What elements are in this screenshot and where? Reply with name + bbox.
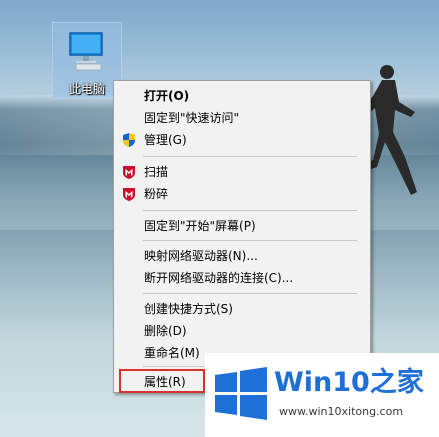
desktop-icon-label: 此电脑 <box>68 82 105 96</box>
menu-item-disconnect-network-drive[interactable]: 断开网络驱动器的连接(C)... <box>114 267 370 289</box>
menu-item-delete[interactable]: 删除(D) <box>114 320 370 342</box>
computer-icon <box>69 32 103 71</box>
desktop-background: 此电脑 打开(O) 固定到"快速访问" 管理(G) 扫描 粉碎 固定到"开始"屏… <box>0 0 439 437</box>
mcafee-shield-icon <box>123 188 135 201</box>
watermark-brand-suffix: 之家 <box>369 367 424 398</box>
menu-item-pin-start[interactable]: 固定到"开始"屏幕(P) <box>114 215 370 237</box>
menu-item-label: 固定到"开始"屏幕(P) <box>144 219 256 233</box>
watermark-brand: Win10之家 <box>274 368 424 398</box>
watermark: Win10之家 www.win10xitong.com <box>205 353 439 437</box>
windows-logo-icon <box>215 367 267 420</box>
menu-item-label: 映射网络驱动器(N)... <box>144 249 258 263</box>
menu-item-label: 固定到"快速访问" <box>144 111 240 125</box>
properties-highlight-box <box>119 369 205 393</box>
menu-separator <box>143 240 357 241</box>
admin-shield-icon <box>123 133 135 147</box>
menu-item-label: 粉碎 <box>144 187 169 201</box>
menu-item-manage[interactable]: 管理(G) <box>114 129 370 151</box>
menu-item-label: 断开网络驱动器的连接(C)... <box>144 271 294 285</box>
menu-item-scan[interactable]: 扫描 <box>114 161 370 183</box>
menu-item-map-network-drive[interactable]: 映射网络驱动器(N)... <box>114 245 370 267</box>
context-menu: 打开(O) 固定到"快速访问" 管理(G) 扫描 粉碎 固定到"开始"屏幕(P)… <box>113 80 371 393</box>
menu-item-label: 创建快捷方式(S) <box>144 302 233 316</box>
mcafee-shield-icon <box>123 166 135 179</box>
menu-separator <box>143 156 357 157</box>
menu-item-label: 删除(D) <box>144 324 187 338</box>
menu-item-label: 打开(O) <box>144 89 190 103</box>
watermark-brand-prefix: Win10 <box>274 367 370 398</box>
menu-item-label: 扫描 <box>144 165 169 179</box>
menu-item-shred[interactable]: 粉碎 <box>114 183 370 205</box>
menu-item-create-shortcut[interactable]: 创建快捷方式(S) <box>114 298 370 320</box>
menu-item-label: 重命名(M) <box>144 346 200 360</box>
menu-item-open[interactable]: 打开(O) <box>114 85 370 107</box>
menu-item-label: 管理(G) <box>144 133 187 147</box>
menu-item-pin-quick-access[interactable]: 固定到"快速访问" <box>114 107 370 129</box>
menu-separator <box>143 293 357 294</box>
this-pc-desktop-icon[interactable]: 此电脑 <box>52 22 122 98</box>
menu-separator <box>143 210 357 211</box>
watermark-url: www.win10xitong.com <box>279 405 404 418</box>
